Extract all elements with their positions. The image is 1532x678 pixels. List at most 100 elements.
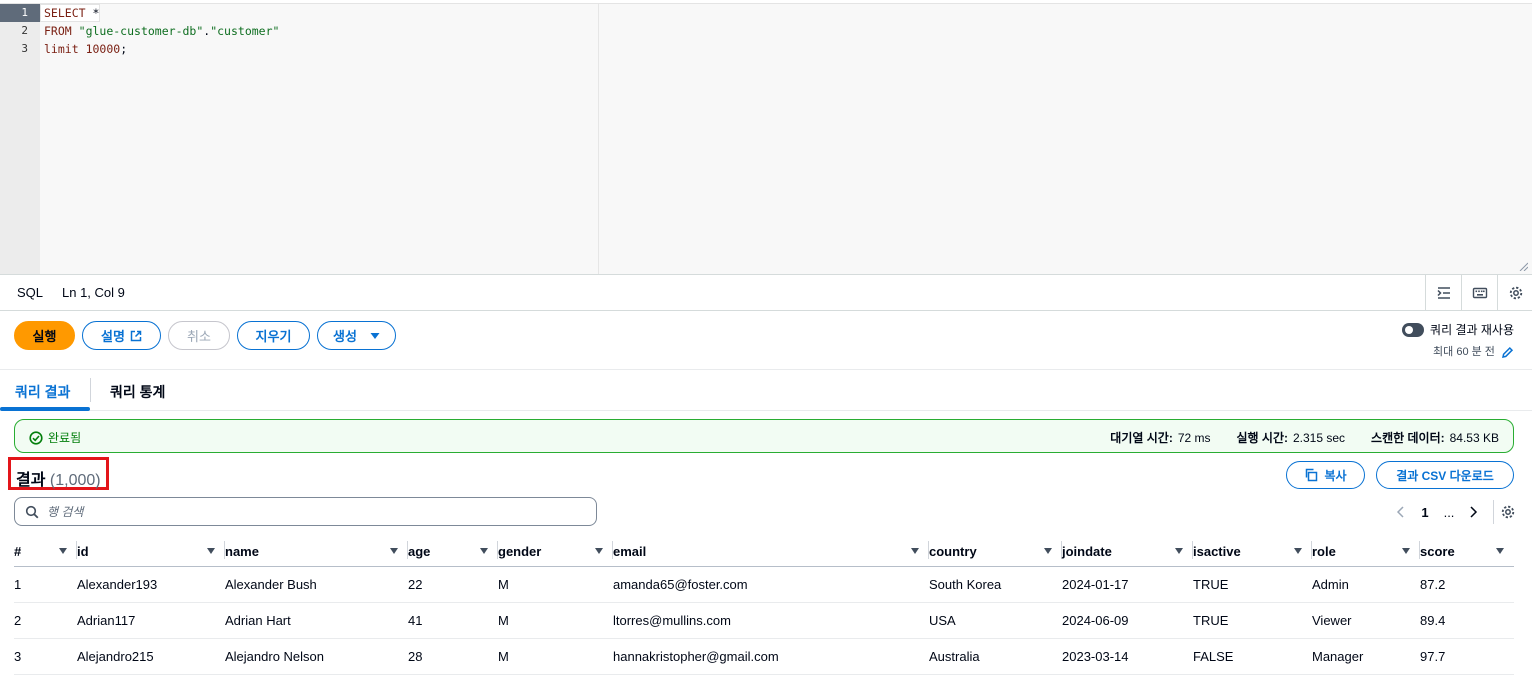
column-header-id[interactable]: id	[77, 537, 225, 567]
explain-button[interactable]: 설명	[82, 321, 161, 350]
tab-query-results[interactable]: 쿼리 결과	[15, 382, 70, 402]
column-header-score[interactable]: score	[1420, 537, 1514, 567]
row-search[interactable]	[14, 497, 597, 526]
code-token: FROM	[44, 24, 72, 38]
caret-down-icon	[370, 332, 380, 339]
keyboard-icon[interactable]	[1461, 275, 1497, 311]
column-header-role[interactable]: role	[1312, 537, 1420, 567]
edit-pencil-icon[interactable]	[1501, 346, 1514, 359]
check-circle-icon	[29, 430, 43, 445]
column-header-gender[interactable]: gender	[498, 537, 613, 567]
scanned-data-label: 스캔한 데이터:	[1371, 431, 1445, 445]
reuse-toggle[interactable]	[1402, 322, 1425, 337]
reuse-label: 쿼리 결과 재사용	[1430, 323, 1514, 338]
column-header-name[interactable]: name	[225, 537, 408, 567]
table-cell-role: Viewer	[1312, 602, 1420, 639]
indent-icon[interactable]	[1425, 275, 1461, 311]
sort-caret-icon[interactable]	[390, 548, 398, 555]
results-title: 결과 (1,000)	[8, 457, 109, 490]
row-search-input[interactable]	[47, 504, 547, 519]
table-cell-id: Adrian117	[77, 602, 225, 639]
sort-caret-icon[interactable]	[911, 548, 919, 555]
print-margin	[598, 4, 599, 274]
copy-icon	[1306, 468, 1318, 482]
tab-query-stats[interactable]: 쿼리 통계	[110, 382, 165, 402]
search-icon	[25, 505, 39, 518]
table-cell-joindate: 2024-06-09	[1062, 602, 1193, 639]
table-cell-gender: M	[498, 638, 613, 675]
pager-divider	[1493, 500, 1494, 524]
sort-caret-icon[interactable]	[480, 548, 488, 555]
column-header-country[interactable]: country	[929, 537, 1062, 567]
code-token: limit	[44, 42, 79, 56]
create-dropdown-button[interactable]: 생성	[317, 321, 396, 350]
table-cell-age: 22	[408, 566, 498, 603]
sort-caret-icon[interactable]	[1294, 548, 1302, 555]
code-token: 10000	[85, 42, 121, 56]
table-cell-index: 1	[14, 566, 77, 603]
run-button-label: 실행	[32, 329, 57, 344]
download-csv-label: 결과 CSV 다운로드	[1396, 468, 1494, 483]
column-header-label: id	[77, 543, 89, 559]
table-cell-isactive: TRUE	[1193, 566, 1312, 603]
sql-editor[interactable]: 123 SELECT * FROM "glue-customer-db"."cus…	[0, 3, 1532, 274]
table-cell-score: 97.7	[1420, 638, 1514, 675]
column-header-label: country	[929, 543, 977, 559]
table-cell-name: Alejandro Nelson	[225, 638, 408, 675]
sort-caret-icon[interactable]	[1402, 548, 1410, 555]
create-button-label: 생성	[333, 329, 357, 344]
column-header-isactive[interactable]: isactive	[1193, 537, 1312, 567]
prev-page-icon[interactable]	[1389, 504, 1413, 520]
line-number: 3	[21, 42, 28, 55]
table-cell-score: 89.4	[1420, 602, 1514, 639]
page-current[interactable]: 1	[1413, 505, 1437, 520]
table-cell-role: Manager	[1312, 638, 1420, 675]
cancel-button[interactable]: 취소	[168, 321, 230, 350]
run-button[interactable]: 실행	[14, 321, 75, 350]
sort-caret-icon[interactable]	[1496, 548, 1504, 555]
resize-grip-icon[interactable]	[1518, 261, 1528, 271]
settings-icon[interactable]	[1497, 275, 1532, 311]
table-settings-icon[interactable]	[1500, 504, 1516, 520]
code-line[interactable]: limit 10000;	[44, 40, 279, 58]
sort-caret-icon[interactable]	[207, 548, 215, 555]
next-page-icon[interactable]	[1461, 504, 1485, 520]
results-title-text: 결과	[16, 472, 46, 489]
sort-caret-icon[interactable]	[1044, 548, 1052, 555]
table-row: 2 Adrian117 Adrian Hart 41 Mltorres@mullins.…	[14, 602, 1514, 639]
code-line[interactable]: SELECT *	[44, 4, 279, 22]
column-header-email[interactable]: email	[613, 537, 929, 567]
code-line[interactable]: FROM "glue-customer-db"."customer"	[44, 22, 279, 40]
sort-caret-icon[interactable]	[595, 548, 603, 555]
column-header-label: role	[1312, 543, 1336, 559]
result-tabs: 쿼리 결과 쿼리 통계	[0, 369, 1532, 411]
sort-caret-icon[interactable]	[59, 548, 67, 555]
download-csv-button[interactable]: 결과 CSV 다운로드	[1376, 461, 1514, 489]
column-header-label: email	[613, 543, 647, 559]
sql-code[interactable]: SELECT * FROM "glue-customer-db"."custome…	[44, 4, 279, 58]
copy-button[interactable]: 복사	[1286, 461, 1365, 489]
table-cell-name: Adrian Hart	[225, 602, 408, 639]
sort-caret-icon[interactable]	[1175, 548, 1183, 555]
exec-time-value: 2.315 sec	[1293, 431, 1346, 445]
column-header-joindate[interactable]: joindate	[1062, 537, 1193, 567]
query-status-alert: 완료됨 대기열 시간: 72 ms 실행 시간: 2.315 sec 스캔한 데이터…	[14, 419, 1514, 453]
clear-button-label: 지우기	[255, 329, 292, 344]
table-cell-age: 41	[408, 602, 498, 639]
table-header-row: # id name age gender email country joindate isac…	[14, 537, 1514, 567]
table-cell-id: Alejandro215	[77, 638, 225, 675]
code-token: "glue-customer-db"	[78, 24, 204, 38]
queue-time-value: 72 ms	[1177, 431, 1211, 445]
reuse-max-age: 최대 60 분 전	[1433, 346, 1495, 359]
table-cell-id: Alexander193	[77, 566, 225, 603]
queue-time: 대기열 시간: 72 ms	[1110, 429, 1210, 446]
column-header-index[interactable]: #	[14, 537, 77, 567]
table-cell-age: 28	[408, 638, 498, 675]
scanned-data-value: 84.53 KB	[1449, 431, 1499, 445]
column-header-label: score	[1420, 543, 1455, 559]
query-metrics: 대기열 시간: 72 ms 실행 시간: 2.315 sec 스캔한 데이터: 84.…	[1110, 429, 1499, 446]
column-header-age[interactable]: age	[408, 537, 498, 567]
clear-button[interactable]: 지우기	[237, 321, 310, 350]
column-header-label: age	[408, 543, 431, 559]
